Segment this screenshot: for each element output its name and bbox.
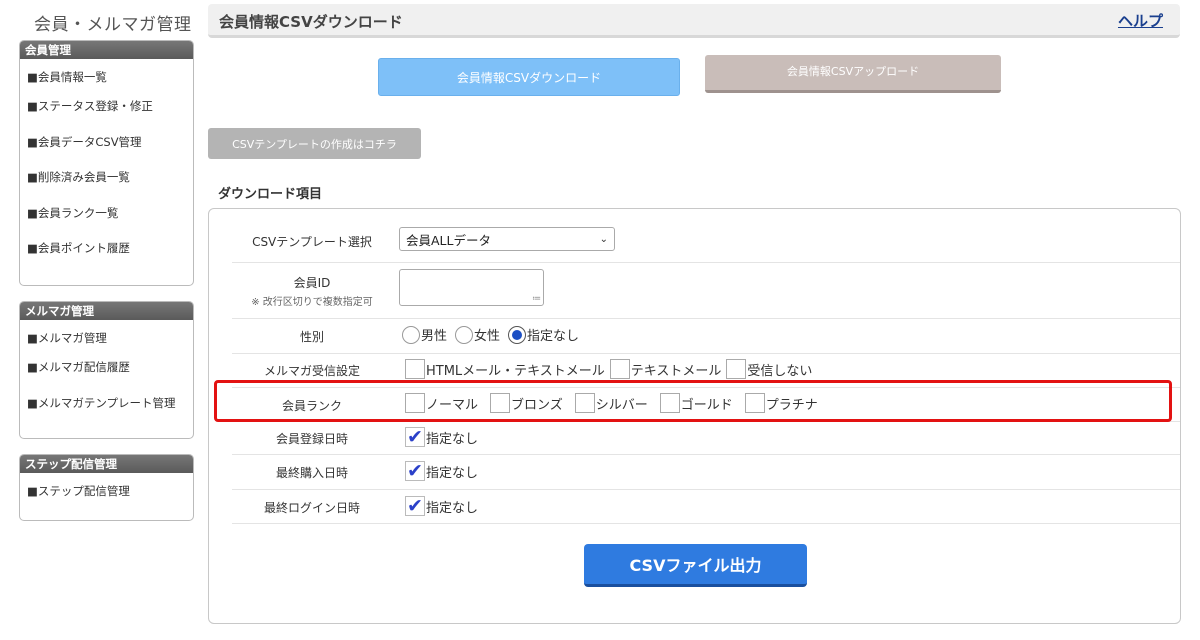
registered-label: 会員登録日時 bbox=[275, 432, 348, 446]
rank-platinum-label[interactable]: プラチナ bbox=[766, 394, 818, 413]
rank-silver-checkbox[interactable] bbox=[574, 393, 595, 413]
csv-output-button[interactable]: CSVファイル出力 bbox=[584, 544, 807, 587]
member-id-note: ※ 改行区切りで複数指定可 bbox=[251, 297, 373, 308]
download-form-panel: CSVテンプレート選択 会員ALLデータ ⌄ 会員ID ※ 改行区切りで複数指定… bbox=[208, 208, 1181, 624]
row-newsletter: メルマガ受信設定 HTMLメール・テキストメール テキストメール 受信しない bbox=[232, 354, 1180, 388]
row-last-login: 最終ログイン日時 ✔ 指定なし bbox=[232, 490, 1180, 524]
sidebar-item-step[interactable]: ■ステップ配信管理 bbox=[20, 473, 193, 503]
checkmark-icon: ✔ bbox=[407, 426, 423, 448]
newsletter-html-label[interactable]: HTMLメール・テキストメール bbox=[426, 360, 605, 379]
app-title: 会員・メルマガ管理 bbox=[34, 15, 192, 35]
newsletter-none-checkbox[interactable] bbox=[726, 359, 747, 379]
last-purchase-label: 最終購入日時 bbox=[275, 466, 348, 480]
row-member-id: 会員ID ※ 改行区切りで複数指定可 ≔ bbox=[232, 263, 1180, 319]
registered-checkbox[interactable]: ✔ bbox=[405, 427, 425, 447]
last-login-label: 最終ログイン日時 bbox=[263, 501, 360, 515]
gender-male-radio[interactable] bbox=[402, 325, 420, 344]
row-registered: 会員登録日時 ✔ 指定なし bbox=[232, 422, 1180, 455]
sidebar-group-newsletter: メルマガ管理 ■メルマガ管理 ■メルマガ配信履歴 ■メルマガテンプレート管理 bbox=[19, 301, 194, 439]
sidebar-group-title: ステップ配信管理 bbox=[20, 455, 193, 473]
header-bar: 会員情報CSVダウンロード ヘルプ bbox=[208, 4, 1180, 38]
checkmark-icon: ✔ bbox=[407, 495, 423, 517]
last-login-checkbox[interactable]: ✔ bbox=[405, 496, 425, 516]
gender-unspecified-label[interactable]: 指定なし bbox=[527, 325, 579, 344]
sidebar-item-points[interactable]: ■会員ポイント履歴 bbox=[20, 231, 193, 267]
newsletter-text-label[interactable]: テキストメール bbox=[631, 360, 722, 379]
newsletter-text-checkbox[interactable] bbox=[609, 359, 630, 379]
tab-csv-upload[interactable]: 会員情報CSVアップロード bbox=[705, 55, 1001, 93]
sidebar-item-member-list[interactable]: ■会員情報一覧 bbox=[20, 59, 193, 89]
gender-female-label[interactable]: 女性 bbox=[474, 325, 500, 344]
gender-male-label[interactable]: 男性 bbox=[421, 325, 447, 344]
rank-platinum-checkbox[interactable] bbox=[744, 393, 765, 413]
sidebar-item-newsletter-history[interactable]: ■メルマガ配信履歴 bbox=[20, 350, 193, 386]
sidebar-group-title: 会員管理 bbox=[20, 41, 193, 59]
last-purchase-checkbox[interactable]: ✔ bbox=[405, 461, 425, 481]
row-rank: 会員ランク ノーマル ブロンズ シルバー ゴールド プラチナ bbox=[232, 388, 1180, 422]
section-title: ダウンロード項目 bbox=[218, 187, 323, 202]
sidebar-group-title: メルマガ管理 bbox=[20, 302, 193, 320]
rank-normal-checkbox[interactable] bbox=[405, 393, 425, 413]
tab-csv-download[interactable]: 会員情報CSVダウンロード bbox=[378, 58, 680, 96]
last-login-option-label[interactable]: 指定なし bbox=[426, 497, 478, 516]
sidebar-item-status[interactable]: ■ステータス登録・修正 bbox=[20, 89, 193, 125]
template-label: CSVテンプレート選択 bbox=[252, 235, 372, 249]
rank-silver-label[interactable]: シルバー bbox=[596, 394, 648, 413]
sidebar-item-newsletter[interactable]: ■メルマガ管理 bbox=[20, 320, 193, 350]
sidebar-group-step: ステップ配信管理 ■ステップ配信管理 bbox=[19, 454, 194, 521]
template-select-value: 会員ALLデータ bbox=[406, 232, 491, 248]
sidebar-item-rank[interactable]: ■会員ランク一覧 bbox=[20, 196, 193, 232]
rank-normal-label[interactable]: ノーマル bbox=[426, 394, 478, 413]
member-id-textarea[interactable]: ≔ bbox=[399, 269, 544, 306]
page-title: 会員情報CSVダウンロード bbox=[219, 13, 403, 31]
newsletter-label: メルマガ受信設定 bbox=[263, 364, 360, 378]
sidebar-item-deleted[interactable]: ■削除済み会員一覧 bbox=[20, 160, 193, 196]
newsletter-html-checkbox[interactable] bbox=[405, 359, 425, 379]
sidebar-item-newsletter-template[interactable]: ■メルマガテンプレート管理 bbox=[20, 386, 193, 422]
gender-unspecified-radio[interactable] bbox=[508, 325, 527, 344]
registered-option-label[interactable]: 指定なし bbox=[426, 428, 478, 447]
rank-bronze-label[interactable]: ブロンズ bbox=[511, 394, 563, 413]
help-link[interactable]: ヘルプ bbox=[1118, 10, 1163, 31]
gender-female-radio[interactable] bbox=[455, 325, 474, 344]
resize-grip-icon[interactable]: ≔ bbox=[532, 295, 541, 304]
row-last-purchase: 最終購入日時 ✔ 指定なし bbox=[232, 455, 1180, 490]
last-purchase-option-label[interactable]: 指定なし bbox=[426, 462, 478, 481]
rank-gold-label[interactable]: ゴールド bbox=[681, 394, 733, 413]
row-gender: 性別 男性 女性 指定なし bbox=[232, 319, 1180, 354]
rank-bronze-checkbox[interactable] bbox=[490, 393, 511, 413]
template-select[interactable]: 会員ALLデータ ⌄ bbox=[399, 227, 615, 251]
rank-label: 会員ランク bbox=[281, 399, 342, 413]
row-template: CSVテンプレート選択 会員ALLデータ ⌄ bbox=[232, 219, 1180, 263]
newsletter-none-label[interactable]: 受信しない bbox=[747, 360, 812, 379]
rank-gold-checkbox[interactable] bbox=[659, 393, 680, 413]
checkmark-icon: ✔ bbox=[407, 460, 423, 482]
chevron-down-icon: ⌄ bbox=[599, 233, 608, 245]
member-id-label: 会員ID bbox=[293, 276, 331, 290]
sidebar-item-csv[interactable]: ■会員データCSV管理 bbox=[20, 125, 193, 161]
gender-label: 性別 bbox=[299, 330, 324, 344]
sidebar-group-member: 会員管理 ■会員情報一覧 ■ステータス登録・修正 ■会員データCSV管理 ■削除… bbox=[19, 40, 194, 286]
csv-template-button[interactable]: CSVテンプレートの作成はコチラ bbox=[208, 128, 421, 159]
